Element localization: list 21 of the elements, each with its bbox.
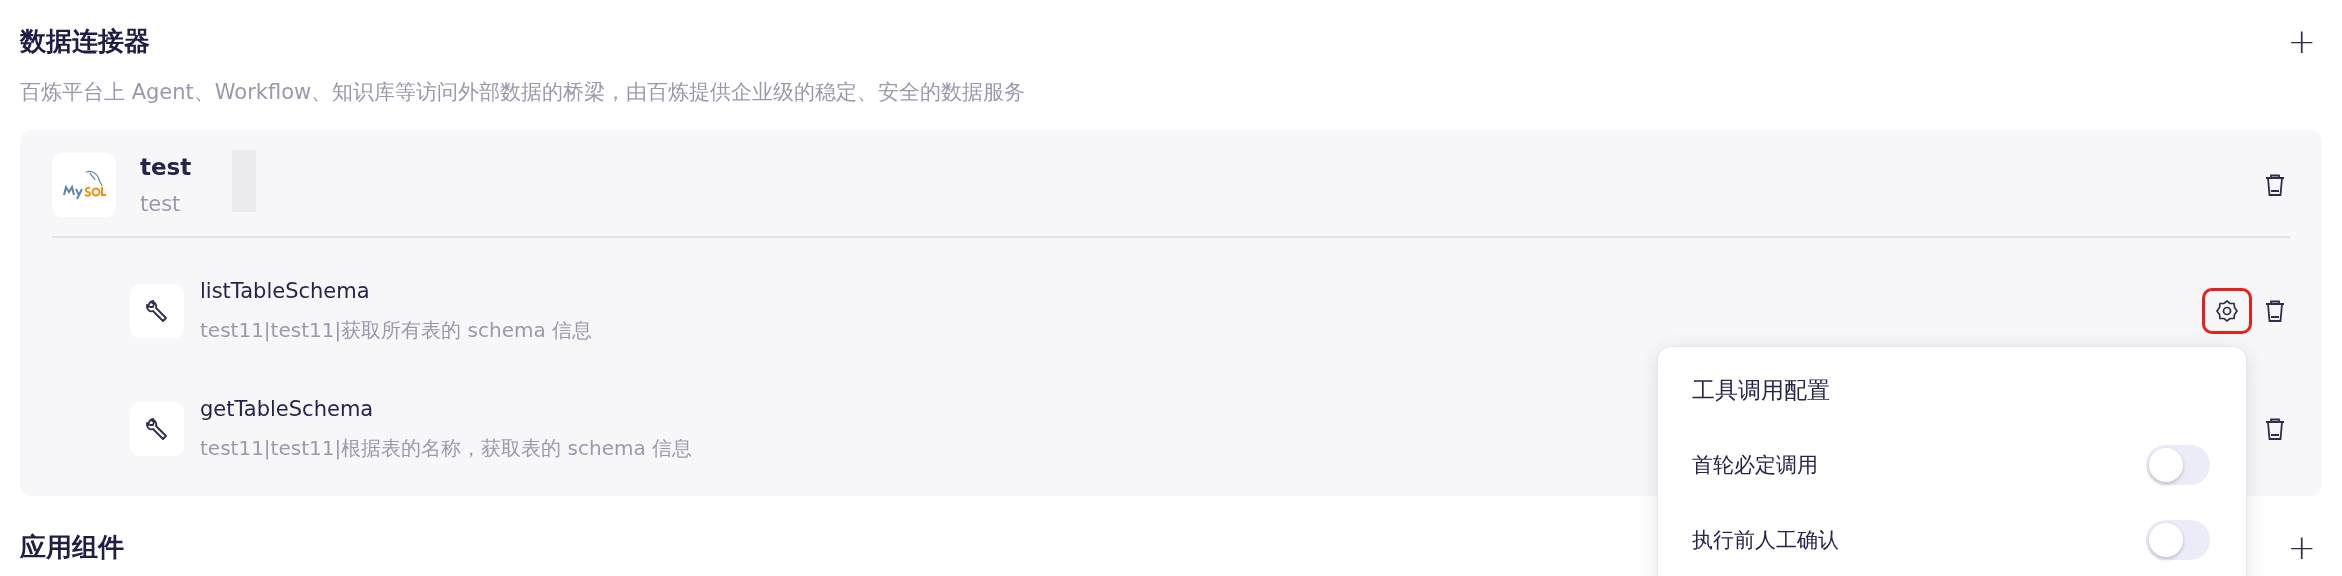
section-title: 数据连接器 (20, 24, 150, 58)
add-button[interactable]: + (2287, 24, 2322, 58)
tool-name: listTableSchema (200, 278, 370, 303)
add-button[interactable]: + (2287, 530, 2322, 564)
toggle-switch[interactable] (2146, 445, 2210, 486)
popover-title: 工具调用配置 (1692, 376, 1831, 405)
settings-button[interactable] (2202, 288, 2252, 334)
section-title: 应用组件 (20, 530, 124, 564)
option-label: 执行前人工确认 (1692, 526, 1839, 554)
tool-description: test11|test11|根据表的名称，获取表的 schema 信息 (200, 434, 693, 462)
connector-subtitle: test (140, 192, 181, 216)
connector-name: test (140, 154, 192, 180)
wrench-icon (130, 402, 184, 456)
wrench-icon (130, 284, 184, 338)
section-description: 百炼平台上 Agent、Workflow、知识库等访问外部数据的桥梁，由百炼提供企业级的稳定、安全的数据服务 (20, 79, 1027, 106)
tool-description: test11|test11|获取所有表的 schema 信息 (200, 316, 593, 344)
option-label: 首轮必定调用 (1692, 452, 1818, 480)
tool-name: getTableSchema (200, 396, 374, 421)
toggle-switch[interactable] (2146, 519, 2210, 560)
settings-icon (2215, 299, 2239, 323)
mysql-logo-icon (52, 153, 116, 217)
